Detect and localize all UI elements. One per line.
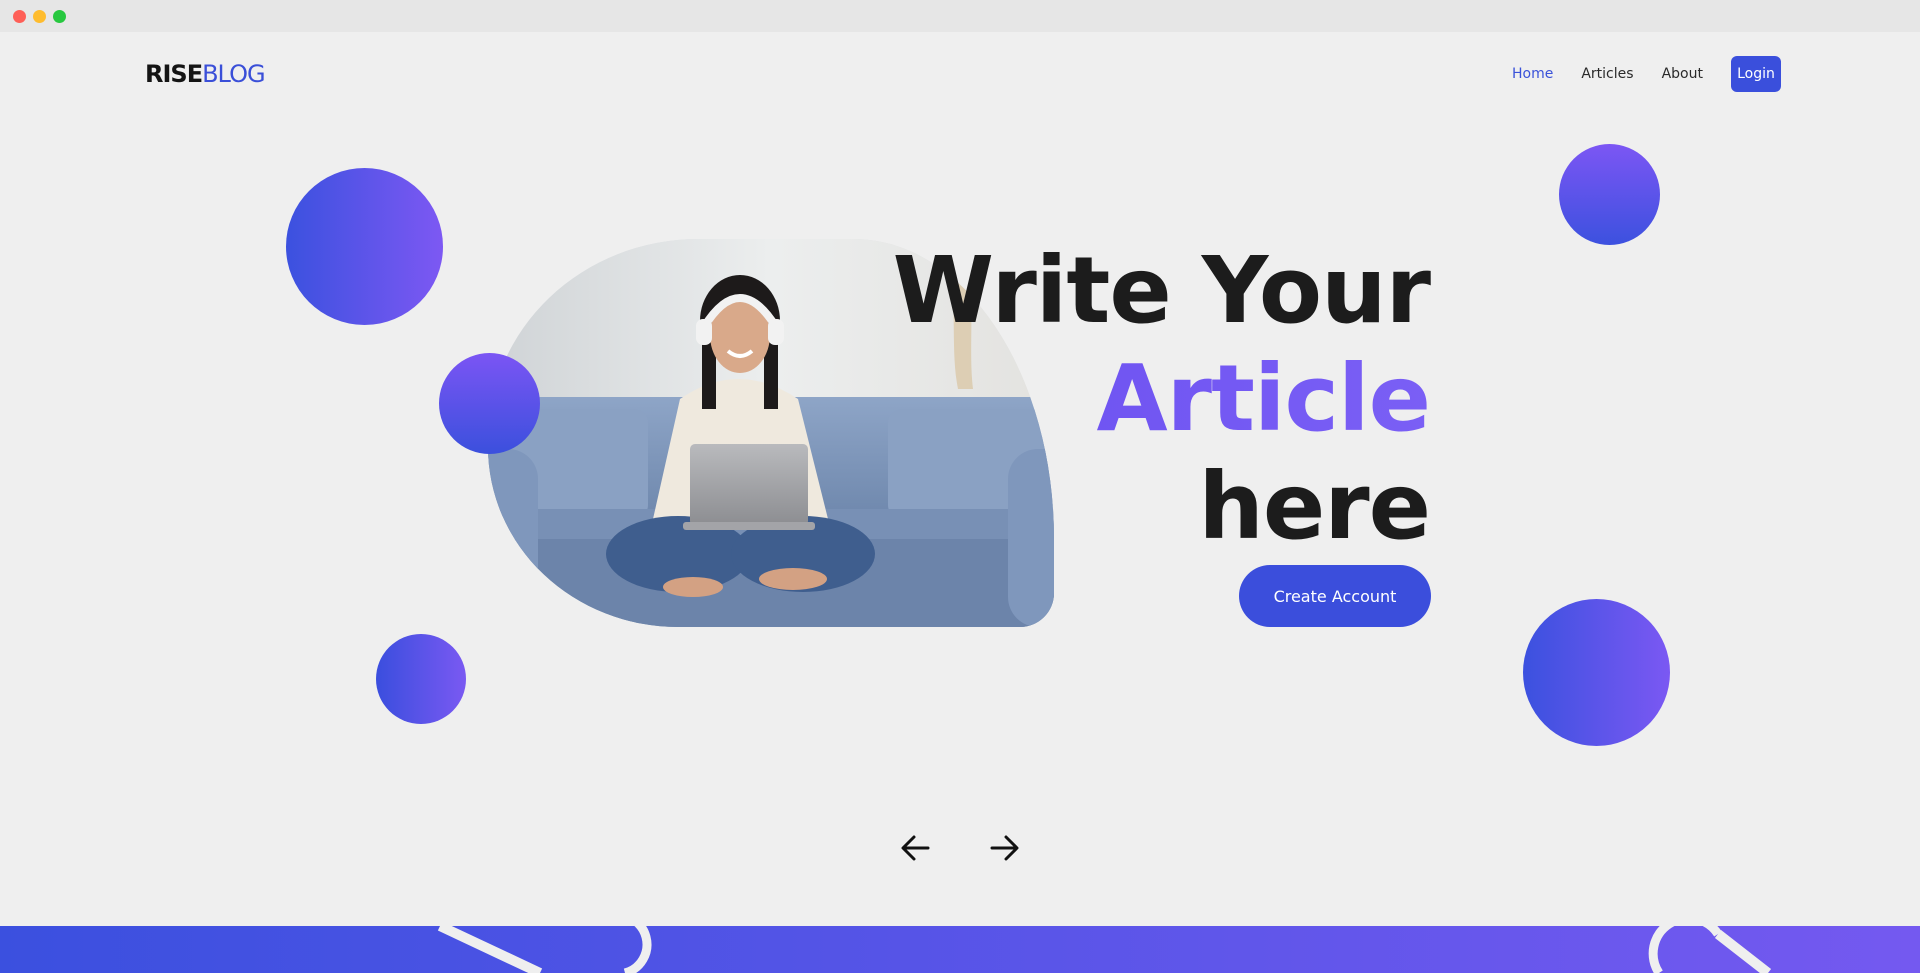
carousel-next-button[interactable] bbox=[984, 828, 1024, 868]
nav-item-about[interactable]: About bbox=[1662, 66, 1703, 82]
decorative-circle bbox=[439, 353, 540, 454]
login-button[interactable]: Login bbox=[1730, 56, 1781, 92]
footer-band bbox=[0, 926, 1920, 973]
zoom-window-button[interactable] bbox=[53, 10, 66, 23]
headline-line-1: Write Your bbox=[892, 237, 1431, 344]
brand-part-blog: BLOG bbox=[202, 60, 265, 88]
nav-item-home[interactable]: Home bbox=[1512, 66, 1553, 82]
footer-decoration bbox=[437, 926, 1772, 973]
decorative-circle bbox=[286, 168, 443, 325]
carousel-prev-button[interactable] bbox=[896, 828, 936, 868]
headline-line-2: Article bbox=[893, 345, 1431, 453]
brand-logo[interactable]: RISEBLOG bbox=[145, 60, 266, 88]
main-nav: Home Articles About Login bbox=[1512, 56, 1781, 92]
decorative-circle bbox=[1559, 144, 1660, 245]
nav-item-articles[interactable]: Articles bbox=[1581, 66, 1633, 82]
arrow-left-icon bbox=[901, 835, 930, 861]
decorative-circle bbox=[1523, 599, 1670, 746]
brand-part-rise: RISE bbox=[145, 60, 203, 88]
arrow-right-icon bbox=[990, 835, 1019, 861]
landing-page: RISEBLOG Home Articles About Login Write… bbox=[0, 32, 1920, 973]
decorative-circle bbox=[376, 634, 466, 724]
window-titlebar bbox=[0, 0, 1920, 32]
close-window-button[interactable] bbox=[13, 10, 26, 23]
minimize-window-button[interactable] bbox=[33, 10, 46, 23]
headline-line-3: here bbox=[1198, 453, 1431, 560]
create-account-button[interactable]: Create Account bbox=[1239, 565, 1431, 627]
hero-headline: Write Your Article here bbox=[892, 237, 1431, 561]
